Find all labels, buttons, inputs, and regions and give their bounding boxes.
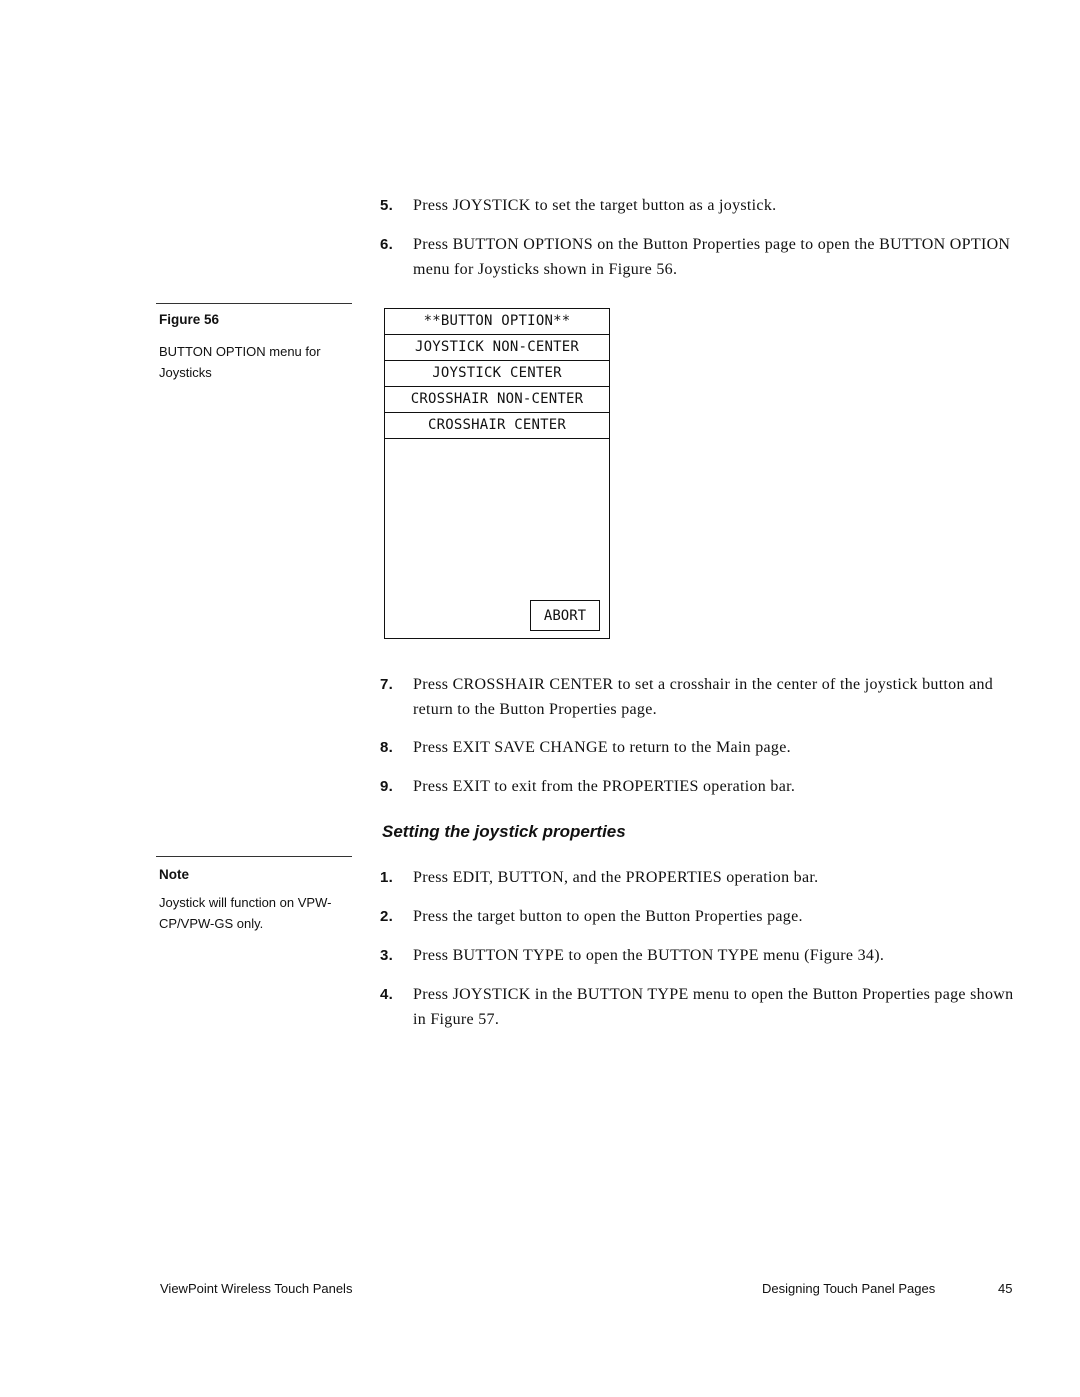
abort-button[interactable]: ABORT [530, 600, 600, 631]
step-number: 5. [380, 197, 394, 214]
step-text: Press EXIT to exit from the PROPERTIES o… [413, 778, 796, 795]
step-number: 3. [380, 947, 394, 964]
option-joystick-center[interactable]: JOYSTICK CENTER [385, 361, 609, 387]
note-text: Joystick will function on VPW-CP/VPW-GS … [159, 895, 332, 931]
step-number: 6. [380, 236, 394, 253]
step-text: Press CROSSHAIR CENTER to set a crosshai… [413, 676, 994, 718]
figure-caption: BUTTON OPTION menu for Joysticks [159, 344, 321, 380]
step-3: 3. Press BUTTON TYPE to open the BUTTON … [380, 943, 1030, 968]
step-text: Press BUTTON TYPE to open the BUTTON TYP… [413, 947, 885, 964]
step-5: 5. Press JOYSTICK to set the target butt… [380, 193, 1030, 218]
step-text: Press JOYSTICK to set the target button … [413, 197, 777, 214]
step-text: Press JOYSTICK in the BUTTON TYPE menu t… [413, 986, 1014, 1028]
option-crosshair-center[interactable]: CROSSHAIR CENTER [385, 413, 609, 439]
step-number: 8. [380, 739, 394, 756]
footer-doc-title: ViewPoint Wireless Touch Panels [160, 1281, 353, 1296]
step-number: 9. [380, 778, 394, 795]
step-number: 1. [380, 869, 394, 886]
section-heading: Setting the joystick properties [382, 822, 626, 841]
step-8: 8. Press EXIT SAVE CHANGE to return to t… [380, 735, 1030, 760]
figure-label: Figure 56 [159, 312, 220, 327]
step-4: 4. Press JOYSTICK in the BUTTON TYPE men… [380, 982, 1030, 1032]
note-label: Note [159, 867, 189, 882]
step-number: 2. [380, 908, 394, 925]
footer-section: Designing Touch Panel Pages [762, 1281, 936, 1296]
figure-rule [156, 303, 352, 304]
option-joystick-non-center[interactable]: JOYSTICK NON-CENTER [385, 335, 609, 361]
page-number: 45 [998, 1281, 1013, 1296]
step-text: Press EXIT SAVE CHANGE to return to the … [413, 739, 791, 756]
step-9: 9. Press EXIT to exit from the PROPERTIE… [380, 774, 1030, 799]
step-text: Press the target button to open the Butt… [413, 908, 803, 925]
step-1: 1. Press EDIT, BUTTON, and the PROPERTIE… [380, 865, 1030, 890]
step-6: 6. Press BUTTON OPTIONS on the Button Pr… [380, 232, 1030, 282]
step-7: 7. Press CROSSHAIR CENTER to set a cross… [380, 672, 1030, 722]
step-number: 7. [380, 676, 394, 693]
panel-title: **BUTTON OPTION** [385, 309, 609, 335]
button-option-panel: **BUTTON OPTION** JOYSTICK NON-CENTER JO… [384, 308, 610, 639]
step-number: 4. [380, 986, 394, 1003]
option-crosshair-non-center[interactable]: CROSSHAIR NON-CENTER [385, 387, 609, 413]
note-rule [156, 856, 352, 857]
step-text: Press BUTTON OPTIONS on the Button Prope… [413, 236, 1011, 278]
step-2: 2. Press the target button to open the B… [380, 904, 1030, 929]
step-text: Press EDIT, BUTTON, and the PROPERTIES o… [413, 869, 819, 886]
